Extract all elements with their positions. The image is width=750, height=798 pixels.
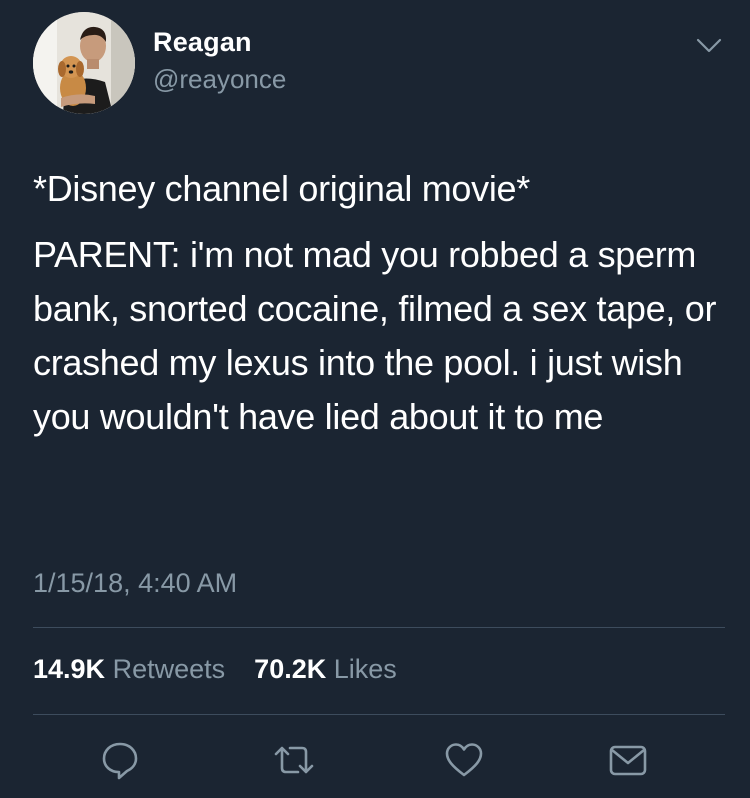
- divider: [33, 627, 725, 628]
- retweets-stat[interactable]: 14.9K Retweets: [33, 654, 233, 684]
- message-icon[interactable]: [606, 738, 650, 782]
- likes-label: Likes: [333, 654, 397, 684]
- retweets-label: Retweets: [112, 654, 226, 684]
- tweet-timestamp[interactable]: 1/15/18, 4:40 AM: [33, 568, 237, 599]
- retweet-icon[interactable]: [270, 738, 318, 782]
- display-name[interactable]: Reagan: [153, 27, 252, 58]
- likes-count: 70.2K: [254, 654, 327, 684]
- tweet-card: Reagan @reayonce *Disney channel origina…: [0, 0, 750, 798]
- retweets-count: 14.9K: [33, 654, 106, 684]
- reply-icon[interactable]: [98, 738, 142, 782]
- user-handle[interactable]: @reayonce: [153, 64, 286, 95]
- tweet-text: *Disney channel original movie* PARENT: …: [33, 162, 723, 444]
- divider: [33, 714, 725, 715]
- tweet-line: *Disney channel original movie*: [33, 168, 530, 209]
- avatar-photo: [33, 12, 135, 114]
- avatar[interactable]: [33, 12, 135, 114]
- likes-stat[interactable]: 70.2K Likes: [254, 654, 397, 684]
- tweet-stats: 14.9K Retweets 70.2K Likes: [33, 654, 397, 685]
- tweet-line: PARENT: i'm not mad you robbed a sperm b…: [33, 234, 717, 437]
- chevron-down-icon[interactable]: [694, 36, 724, 56]
- like-icon[interactable]: [442, 738, 486, 782]
